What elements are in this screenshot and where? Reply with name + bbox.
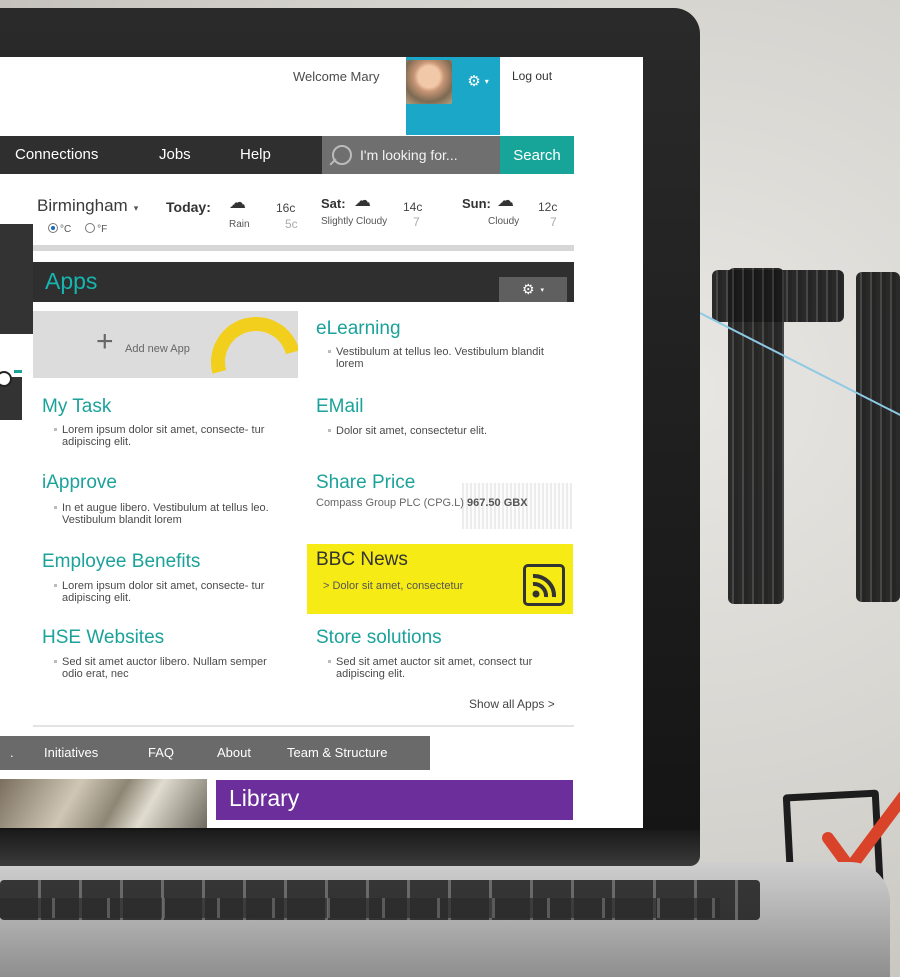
- apps-settings-button[interactable]: ⚙ ▾: [499, 277, 567, 302]
- library-panel[interactable]: Library: [216, 780, 573, 820]
- app-tile-text: Vestibulum at tellus leo. Vestibulum bla…: [328, 346, 561, 370]
- sun-desc: Cloudy: [488, 216, 520, 227]
- left-panel-accent: [14, 370, 22, 373]
- library-title: Library: [229, 785, 300, 811]
- nav-item-about[interactable]: About: [217, 745, 251, 760]
- app-tile-title: Share Price: [316, 472, 416, 493]
- show-all-apps-link[interactable]: Show all Apps >: [469, 697, 555, 711]
- search-input[interactable]: I'm looking for...: [322, 136, 500, 174]
- chevron-down-icon: ▾: [133, 203, 139, 213]
- add-app-label: Add new App: [125, 343, 190, 355]
- app-tile-my-task[interactable]: My Task Lorem ipsum dolor sit amet, cons…: [33, 389, 299, 455]
- sat-low: 7: [413, 215, 420, 229]
- laptop-screen: Welcome Mary ⚙ ▾ Log out Connections Job…: [0, 57, 643, 828]
- nav-item-truncated[interactable]: .: [10, 745, 14, 760]
- app-tile-text: Lorem ipsum dolor sit amet, consecte- tu…: [54, 424, 292, 448]
- app-tile-text: In et augue libero. Vestibulum at tellus…: [54, 502, 294, 526]
- nav-item-faq[interactable]: FAQ: [148, 745, 174, 760]
- app-tile-title: iApprove: [42, 472, 117, 493]
- rain-cloud-icon: ☁: [229, 193, 246, 212]
- app-tile-email[interactable]: EMail Dolor sit amet, consectetur elit.: [307, 389, 573, 455]
- apps-title: Apps: [45, 268, 98, 294]
- app-tile-store-solutions[interactable]: Store solutions Sed sit amet auctor sit …: [307, 623, 573, 689]
- rss-icon[interactable]: [523, 564, 565, 606]
- search-placeholder: I'm looking for...: [360, 147, 458, 163]
- city-name: Birmingham: [37, 196, 128, 215]
- secondary-nav: . Initiatives FAQ About Team & Structure: [0, 736, 430, 770]
- share-price-detail: Compass Group PLC (CPG.L) 967.50 GBX: [316, 497, 528, 509]
- sat-high: 14c: [403, 200, 423, 214]
- welcome-text: Welcome Mary: [293, 69, 380, 84]
- today-label: Today:: [166, 199, 211, 215]
- chevron-down-icon: ▾: [484, 76, 489, 86]
- avatar[interactable]: [406, 60, 452, 104]
- plus-icon: +: [96, 325, 114, 358]
- nav-item-jobs[interactable]: Jobs: [159, 146, 191, 163]
- search-button[interactable]: Search: [500, 136, 574, 174]
- app-tile-hse-websites[interactable]: HSE Websites Sed sit amet auctor libero.…: [33, 623, 299, 689]
- marker-stroke: [856, 272, 900, 602]
- marker-stroke: [728, 268, 784, 604]
- sat-desc: Slightly Cloudy: [321, 216, 388, 227]
- app-tile-title: My Task: [42, 396, 112, 417]
- app-tile-title: HSE Websites: [42, 627, 165, 648]
- keyboard: [0, 898, 720, 918]
- app-tile-text: > Dolor sit amet, consectetur: [323, 580, 464, 592]
- app-tile-text: Lorem ipsum dolor sit amet, consecte- tu…: [54, 580, 292, 604]
- sun-label: Sun:: [462, 196, 491, 211]
- add-new-app-tile[interactable]: + Add new App: [33, 311, 298, 378]
- share-price-value: 967.50 GBX: [467, 497, 528, 509]
- sun-high: 12c: [538, 200, 558, 214]
- top-bar: Welcome Mary ⚙ ▾ Log out: [0, 57, 643, 135]
- app-tile-employee-benefits[interactable]: Employee Benefits Lorem ipsum dolor sit …: [33, 545, 299, 611]
- logout-link[interactable]: Log out: [512, 69, 552, 83]
- building-photo: [0, 779, 207, 828]
- app-tile-title: BBC News: [316, 549, 408, 570]
- today-desc: Rain: [229, 219, 250, 230]
- chevron-down-icon: ▾: [540, 286, 545, 294]
- settings-menu-button[interactable]: ⚙ ▾: [456, 63, 500, 99]
- divider: [33, 725, 574, 727]
- city-selector[interactable]: Birmingham ▾: [37, 196, 138, 216]
- app-tile-title: eLearning: [316, 318, 401, 339]
- today-low: 5c: [285, 217, 298, 231]
- gear-icon: ⚙: [467, 73, 481, 90]
- unit-toggle: °C °F: [48, 223, 107, 235]
- app-tile-iapprove[interactable]: iApprove In et augue libero. Vestibulum …: [33, 467, 299, 533]
- app-tile-title: Employee Benefits: [42, 551, 201, 572]
- gear-icon: ⚙: [521, 281, 535, 297]
- search-icon: [332, 145, 352, 165]
- app-tile-text: Sed sit amet auctor sit amet, consect tu…: [328, 656, 566, 680]
- share-price-company: Compass Group PLC (CPG.L): [316, 497, 464, 509]
- apps-header: Apps ⚙ ▾: [33, 262, 574, 302]
- app-tile-text: Dolor sit amet, consectetur elit.: [328, 425, 561, 437]
- cloud-icon: ☁: [497, 191, 514, 210]
- celsius-radio[interactable]: [48, 223, 58, 233]
- app-tile-text: Sed sit amet auctor libero. Nullam sempe…: [54, 656, 282, 680]
- nav-item-help[interactable]: Help: [240, 146, 271, 163]
- laptop-hinge: [0, 830, 700, 866]
- sun-low: 7: [550, 215, 557, 229]
- rss-feed-icon: [532, 574, 556, 598]
- fahrenheit-radio[interactable]: [85, 223, 96, 233]
- nav-item-initiatives[interactable]: Initiatives: [44, 745, 98, 760]
- cloud-icon: ☁: [354, 191, 371, 210]
- sat-label: Sat:: [321, 196, 346, 211]
- main-nav: Connections Jobs Help I'm looking for...…: [0, 136, 574, 174]
- app-tile-bbc-news[interactable]: BBC News > Dolor sit amet, consectetur: [307, 544, 573, 614]
- app-tile-title: EMail: [316, 396, 364, 417]
- nav-item-connections[interactable]: Connections: [15, 146, 98, 163]
- app-tile-title: Store solutions: [316, 627, 442, 648]
- decorative-swoosh: [194, 311, 298, 378]
- weather-widget: Birmingham ▾ Today: °C °F ☁ Rain 16c 5c S…: [0, 185, 574, 245]
- nav-item-team-structure[interactable]: Team & Structure: [287, 745, 387, 760]
- celsius-label: °C: [60, 224, 72, 235]
- fahrenheit-label: °F: [97, 224, 108, 235]
- today-high: 16c: [276, 201, 296, 215]
- app-tile-elearning[interactable]: eLearning Vestibulum at tellus leo. Vest…: [307, 311, 573, 378]
- divider: [33, 245, 574, 251]
